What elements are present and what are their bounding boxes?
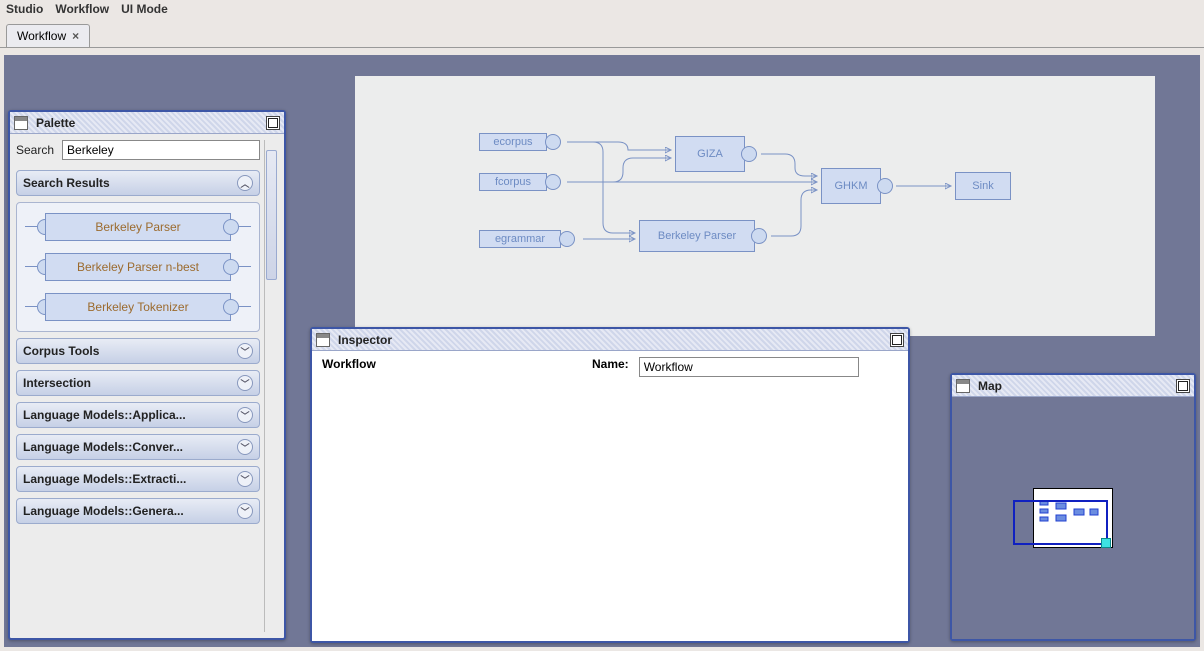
node-ghkm[interactable]: GHKM [821, 168, 881, 204]
category-corpus-tools[interactable]: Corpus Tools ﹀ [16, 338, 260, 364]
tab-label: Workflow [17, 29, 66, 43]
search-results-box: Berkeley Parser Berkeley Parser n-best B… [16, 202, 260, 332]
chevron-down-icon[interactable]: ﹀ [237, 471, 253, 487]
map-titlebar[interactable]: Map [952, 375, 1194, 397]
chevron-up-icon[interactable]: ︿ [237, 175, 253, 191]
diagram-wires [355, 76, 1155, 336]
palette-item[interactable]: Berkeley Tokenizer [25, 293, 251, 321]
tabbar: Workflow × [0, 24, 1204, 48]
palette-titlebar[interactable]: Palette [10, 112, 284, 134]
category-lm-genera[interactable]: Language Models::Genera... ﹀ [16, 498, 260, 524]
map-title: Map [978, 379, 1172, 393]
palette-panel: Palette Search Search Results ︿ Berkeley… [8, 110, 286, 640]
palette-search-row: Search [16, 140, 260, 160]
inspector-title: Inspector [338, 333, 886, 347]
window-icon [956, 379, 970, 393]
search-results-label: Search Results [23, 176, 110, 190]
diagram-area[interactable]: ecorpus fcorpus egrammar GIZA Berkeley P… [355, 76, 1155, 336]
inspector-name-label: Name: [592, 357, 629, 371]
window-icon [316, 333, 330, 347]
category-lm-extract[interactable]: Language Models::Extracti... ﹀ [16, 466, 260, 492]
maximize-icon[interactable] [266, 116, 280, 130]
tab-workflow[interactable]: Workflow × [6, 24, 90, 47]
map-viewport[interactable] [1013, 500, 1108, 545]
search-label: Search [16, 143, 54, 157]
palette-item[interactable]: Berkeley Parser n-best [25, 253, 251, 281]
palette-title: Palette [36, 116, 262, 130]
search-input[interactable] [62, 140, 260, 160]
category-lm-conver[interactable]: Language Models::Conver... ﹀ [16, 434, 260, 460]
port-giza-out[interactable] [741, 146, 757, 162]
node-ecorpus[interactable]: ecorpus [479, 133, 547, 151]
search-results-header[interactable]: Search Results ︿ [16, 170, 260, 196]
inspector-titlebar[interactable]: Inspector [312, 329, 908, 351]
map-resize-handle[interactable] [1101, 538, 1111, 548]
chevron-down-icon[interactable]: ﹀ [237, 503, 253, 519]
port-berkeley-out[interactable] [751, 228, 767, 244]
menubar: Studio Workflow UI Mode [0, 0, 1204, 18]
menu-workflow[interactable]: Workflow [55, 2, 109, 16]
scrollbar-thumb[interactable] [266, 150, 277, 280]
node-sink[interactable]: Sink [955, 172, 1011, 200]
chevron-down-icon[interactable]: ﹀ [237, 439, 253, 455]
inspector-name-input[interactable] [639, 357, 859, 377]
palette-item[interactable]: Berkeley Parser [25, 213, 251, 241]
chevron-down-icon[interactable]: ﹀ [237, 343, 253, 359]
inspector-selected: Workflow [312, 351, 582, 641]
node-fcorpus[interactable]: fcorpus [479, 173, 547, 191]
port-fcorpus-out[interactable] [545, 174, 561, 190]
palette-scrollbar[interactable] [264, 140, 278, 632]
category-lm-applica[interactable]: Language Models::Applica... ﹀ [16, 402, 260, 428]
window-icon [14, 116, 28, 130]
maximize-icon[interactable] [890, 333, 904, 347]
close-icon[interactable]: × [72, 29, 79, 43]
node-egrammar[interactable]: egrammar [479, 230, 561, 248]
node-giza[interactable]: GIZA [675, 136, 745, 172]
chevron-down-icon[interactable]: ﹀ [237, 375, 253, 391]
port-ghkm-out[interactable] [877, 178, 893, 194]
map-panel: Map [950, 373, 1196, 641]
map-body[interactable] [952, 397, 1194, 639]
node-berkeley[interactable]: Berkeley Parser [639, 220, 755, 252]
port-egrammar-out[interactable] [559, 231, 575, 247]
port-ecorpus-out[interactable] [545, 134, 561, 150]
menu-studio[interactable]: Studio [6, 2, 43, 16]
chevron-down-icon[interactable]: ﹀ [237, 407, 253, 423]
category-intersection[interactable]: Intersection ﹀ [16, 370, 260, 396]
maximize-icon[interactable] [1176, 379, 1190, 393]
menu-uimode[interactable]: UI Mode [121, 2, 168, 16]
inspector-panel: Inspector Workflow Name: [310, 327, 910, 643]
